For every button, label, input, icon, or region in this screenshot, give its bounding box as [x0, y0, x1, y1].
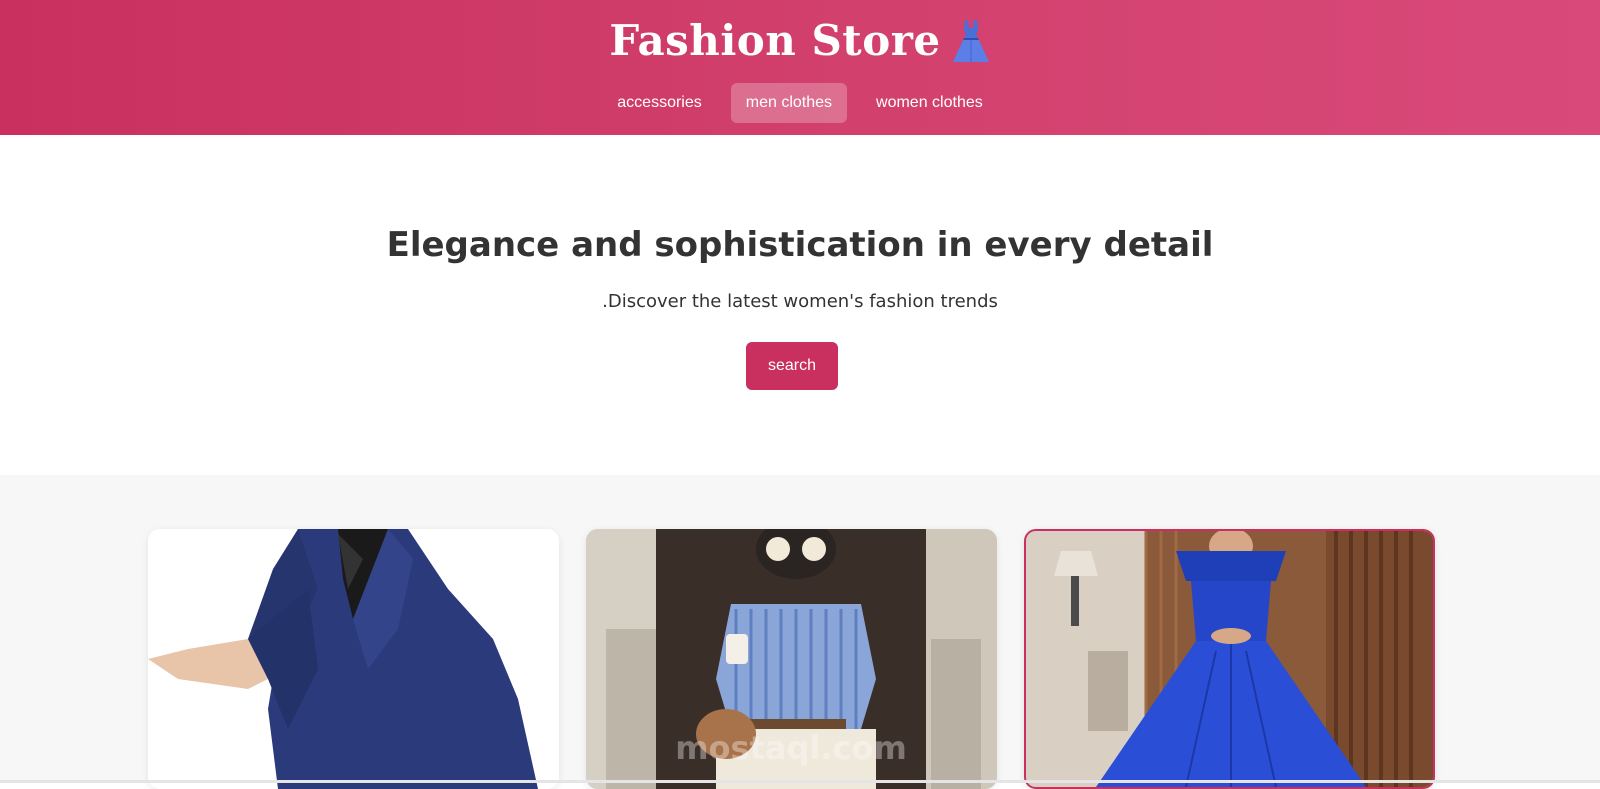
product-card[interactable]: mostaql.com [586, 529, 997, 789]
site-header: Fashion Store accessories men clothes wo… [0, 0, 1600, 135]
site-title: Fashion Store [609, 16, 941, 65]
dress-icon [951, 18, 991, 64]
main-nav: accessories men clothes women clothes [0, 83, 1600, 123]
nav-item-women-clothes[interactable]: women clothes [861, 83, 998, 123]
hero-title: Elegance and sophistication in every det… [386, 225, 1214, 265]
striped-shirt-photo: mostaql.com [586, 529, 997, 789]
search-button[interactable]: search [746, 342, 838, 390]
products-section: mostaql.com [0, 475, 1600, 789]
navy-blazer-photo [148, 529, 559, 789]
product-card[interactable] [148, 529, 559, 789]
nav-item-men-clothes[interactable]: men clothes [730, 83, 848, 123]
nav-item-accessories[interactable]: accessories [602, 83, 716, 123]
hero-section: Elegance and sophistication in every det… [0, 135, 1600, 475]
product-card[interactable] [1024, 529, 1435, 789]
hero-subtitle: .Discover the latest women's fashion tre… [602, 291, 998, 312]
watermark: mostaql.com [675, 729, 907, 767]
logo[interactable]: Fashion Store [0, 16, 1600, 65]
blue-gown-photo [1026, 531, 1433, 787]
